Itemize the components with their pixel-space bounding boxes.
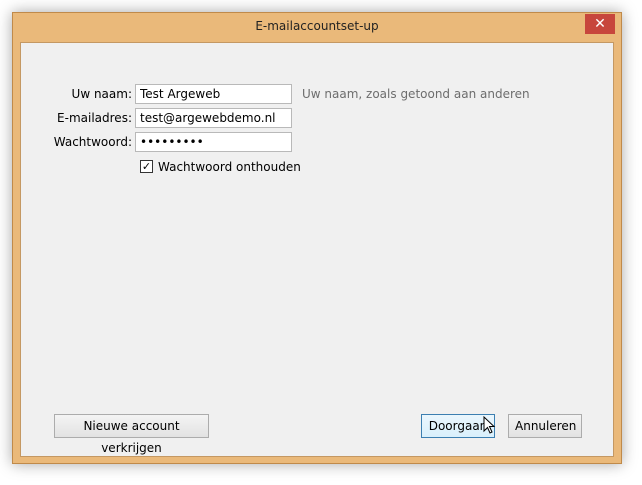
name-input[interactable] bbox=[135, 84, 292, 104]
cancel-button[interactable]: Annuleren bbox=[508, 414, 582, 438]
email-label: E-mailadres: bbox=[57, 111, 132, 125]
close-icon: ✕ bbox=[594, 16, 606, 32]
remember-password-checkbox[interactable]: ✓ bbox=[140, 160, 153, 173]
window-title: E-mailaccountset-up bbox=[255, 19, 379, 33]
close-button[interactable]: ✕ bbox=[585, 14, 615, 34]
new-account-button[interactable]: Nieuwe account verkrijgen bbox=[54, 414, 209, 455]
password-label: Wachtwoord: bbox=[53, 135, 132, 149]
title-bar[interactable]: E-mailaccountset-up ✕ bbox=[13, 13, 621, 41]
name-label: Uw naam: bbox=[71, 87, 132, 101]
mouse-pointer-icon bbox=[483, 416, 496, 434]
password-input[interactable] bbox=[135, 132, 292, 152]
remember-password-label[interactable]: Wachtwoord onthouden bbox=[158, 160, 301, 174]
checkmark-icon: ✓ bbox=[141, 160, 152, 173]
account-setup-window: E-mailaccountset-up ✕ Uw naam: Uw naam, … bbox=[12, 12, 622, 464]
dialog-content: Uw naam: Uw naam, zoals getoond aan ande… bbox=[20, 42, 614, 457]
email-input[interactable] bbox=[135, 108, 292, 128]
name-hint: Uw naam, zoals getoond aan anderen bbox=[302, 87, 530, 101]
